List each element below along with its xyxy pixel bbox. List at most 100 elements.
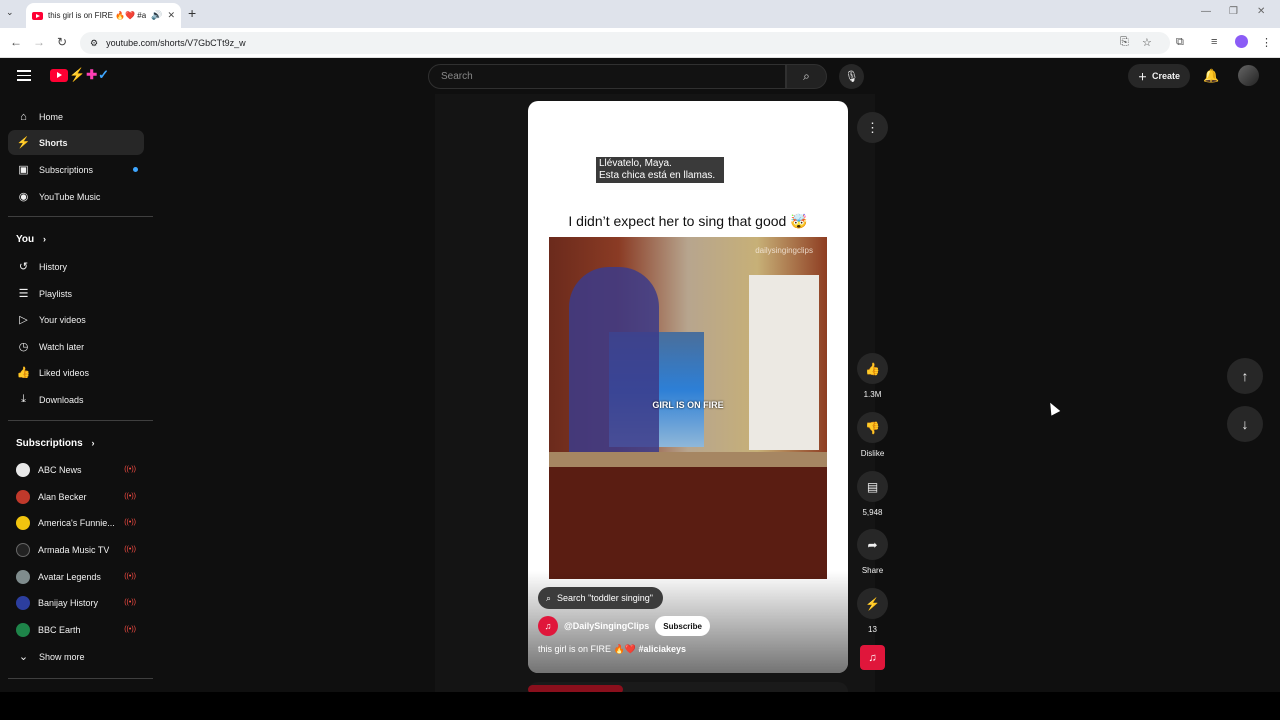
sidebar-item-your-videos[interactable]: ▷ Your videos	[8, 307, 144, 332]
media-controls-icon[interactable]: ≡	[1211, 36, 1217, 48]
sidebar-sub-avatar-legends[interactable]: Avatar Legends ((•))	[8, 564, 144, 589]
next-short-arrow-down-icon[interactable]: ↓	[1227, 406, 1263, 442]
sidebar-item-downloads[interactable]: ⤓ Downloads	[8, 387, 144, 412]
notifications-bell-icon[interactable]: 🔔	[1203, 68, 1219, 84]
subscriptions-section-heading[interactable]: Subscriptions ›	[16, 438, 94, 449]
sidebar-item-liked-videos[interactable]: 👍 Liked videos	[8, 360, 144, 385]
remix-button[interactable]: ⚡ 13	[857, 588, 888, 634]
more-actions-icon[interactable]: ⋮	[857, 112, 888, 143]
sidebar-item-label: Subscriptions	[39, 164, 94, 175]
search-suggestion-chip[interactable]: ⌕ Search "toddler singing"	[538, 587, 663, 609]
sidebar-item-label: Shorts	[39, 137, 68, 148]
create-button[interactable]: ＋ Create	[1128, 64, 1190, 88]
watch-later-icon: ◷	[18, 341, 29, 353]
history-icon: ↺	[18, 261, 29, 273]
youtube-logo[interactable]: ⚡ ✚ ✓	[50, 67, 109, 83]
search-icon: ⌕	[803, 69, 810, 83]
you-section-heading[interactable]: You ›	[16, 234, 46, 245]
comments-button[interactable]: ▤ 5,948	[857, 471, 888, 517]
sidebar-divider	[8, 420, 153, 421]
browser-tab[interactable]: this girl is on FIRE 🔥❤️ #ali 🔊 ✕	[26, 3, 181, 28]
channel-avatar	[16, 595, 30, 610]
sidebar-item-playlists[interactable]: ☰ Playlists	[8, 281, 144, 306]
extensions-icon[interactable]: ⧉	[1176, 36, 1184, 49]
sidebar-item-label: Banijay History	[38, 597, 99, 608]
sidebar-sub-americas-funniest[interactable]: America's Funnie... ((•))	[8, 510, 144, 535]
sidebar-item-label: YouTube Music	[39, 191, 101, 202]
sidebar-item-history[interactable]: ↺ History	[8, 254, 144, 279]
previous-short-arrow-up-icon[interactable]: ↑	[1227, 358, 1263, 394]
show-more-button[interactable]: ⌄ Show more	[8, 644, 144, 669]
restore-icon[interactable]: ❐	[1229, 6, 1238, 17]
audio-icon[interactable]: 🔊	[151, 10, 162, 21]
sidebar-item-label: Liked videos	[39, 367, 90, 378]
subscribe-button[interactable]: Subscribe	[655, 616, 710, 636]
install-app-icon[interactable]: ⎘	[1120, 36, 1129, 49]
search-icon: ⌕	[546, 592, 552, 603]
channel-name[interactable]: @DailySingingClips	[564, 621, 649, 631]
close-window-icon[interactable]: ✕	[1257, 6, 1265, 17]
you-heading-text: You	[16, 234, 35, 245]
new-tab-button[interactable]: +	[188, 5, 196, 21]
create-label: Create	[1152, 71, 1181, 81]
browser-profile-avatar[interactable]	[1235, 35, 1248, 48]
sidebar-sub-armada-music[interactable]: Armada Music TV ((•))	[8, 537, 144, 562]
tab-title: this girl is on FIRE 🔥❤️ #ali	[48, 11, 147, 20]
address-bar-row: ← → ↻ ⚙ youtube.com/shorts/V7GbCTt9z_w ⎘…	[0, 28, 1280, 58]
like-count: 1.3M	[863, 390, 882, 399]
omnibox[interactable]: ⚙ youtube.com/shorts/V7GbCTt9z_w	[80, 32, 1170, 54]
sidebar-item-subscriptions[interactable]: ▣ Subscriptions	[8, 157, 144, 182]
sidebar-sub-abc-news[interactable]: ABC News ((•))	[8, 457, 144, 482]
url-text[interactable]: youtube.com/shorts/V7GbCTt9z_w	[106, 38, 246, 48]
like-button[interactable]: 👍 1.3M	[857, 353, 888, 399]
thumbs-down-icon: 👎	[857, 412, 888, 443]
shorts-icon: ⚡	[16, 137, 31, 149]
bottom-bar	[0, 692, 1280, 720]
plus-icon: ＋	[1137, 71, 1147, 82]
short-video-player[interactable]: Llévatelo, Maya. Esta chica está en llam…	[528, 101, 848, 673]
sidebar-sub-alan-becker[interactable]: Alan Becker ((•))	[8, 484, 144, 509]
site-info-icon[interactable]: ⚙	[90, 38, 98, 49]
live-icon: ((•))	[124, 493, 136, 500]
guide-sidebar: ⌂ Home ⚡ Shorts ▣ Subscriptions ◉ YouTub…	[0, 94, 154, 694]
forward-icon[interactable]: →	[33, 35, 45, 49]
account-avatar[interactable]	[1238, 65, 1259, 86]
voice-search-button[interactable]: 🎙	[839, 64, 864, 89]
hamburger-menu-icon[interactable]	[17, 70, 31, 84]
sidebar-item-watch-later[interactable]: ◷ Watch later	[8, 334, 144, 359]
dislike-label: Dislike	[860, 449, 885, 458]
tab-search-icon[interactable]: ⌄	[6, 7, 14, 18]
sidebar-sub-banijay-history[interactable]: Banijay History ((•))	[8, 590, 144, 615]
show-more-label: Show more	[39, 651, 85, 662]
sidebar-sub-bbc-earth[interactable]: BBC Earth ((•))	[8, 617, 144, 642]
close-tab-icon[interactable]: ✕	[167, 10, 175, 21]
dislike-button[interactable]: 👎 Dislike	[857, 412, 888, 458]
sound-music-icon[interactable]: ♫	[860, 645, 885, 670]
live-icon: ((•))	[124, 573, 136, 580]
search-input[interactable]: Search	[428, 64, 786, 89]
back-icon[interactable]: ←	[10, 35, 22, 49]
scene-door	[749, 275, 819, 450]
share-button[interactable]: ➦ Share	[857, 529, 888, 575]
short-title[interactable]: this girl is on FIRE 🔥❤️ #aliciakeys	[538, 644, 686, 655]
video-overlay-text: GIRL IS ON FIRE	[652, 400, 724, 410]
channel-avatar	[16, 515, 30, 530]
chevron-right-icon: ›	[91, 438, 95, 448]
search-button[interactable]: ⌕	[786, 64, 827, 89]
scene-cabinets	[549, 467, 827, 579]
sidebar-item-home[interactable]: ⌂ Home	[8, 104, 144, 129]
live-icon: ((•))	[124, 466, 136, 473]
sidebar-item-label: Playlists	[39, 288, 73, 299]
reload-icon[interactable]: ↻	[57, 35, 67, 49]
sidebar-item-label: Alan Becker	[38, 491, 87, 502]
bookmark-star-icon[interactable]: ☆	[1142, 36, 1152, 49]
sidebar-divider	[8, 678, 153, 679]
live-icon: ((•))	[124, 599, 136, 606]
sidebar-item-youtube-music[interactable]: ◉ YouTube Music	[8, 184, 144, 209]
sidebar-item-shorts[interactable]: ⚡ Shorts	[8, 130, 144, 155]
hashtag-link[interactable]: #aliciakeys	[638, 644, 686, 654]
browser-menu-icon[interactable]: ⋮	[1261, 36, 1272, 49]
channel-avatar	[16, 542, 30, 557]
channel-avatar-music-icon[interactable]: ♫	[538, 616, 558, 636]
minimize-icon[interactable]: —	[1201, 6, 1211, 17]
